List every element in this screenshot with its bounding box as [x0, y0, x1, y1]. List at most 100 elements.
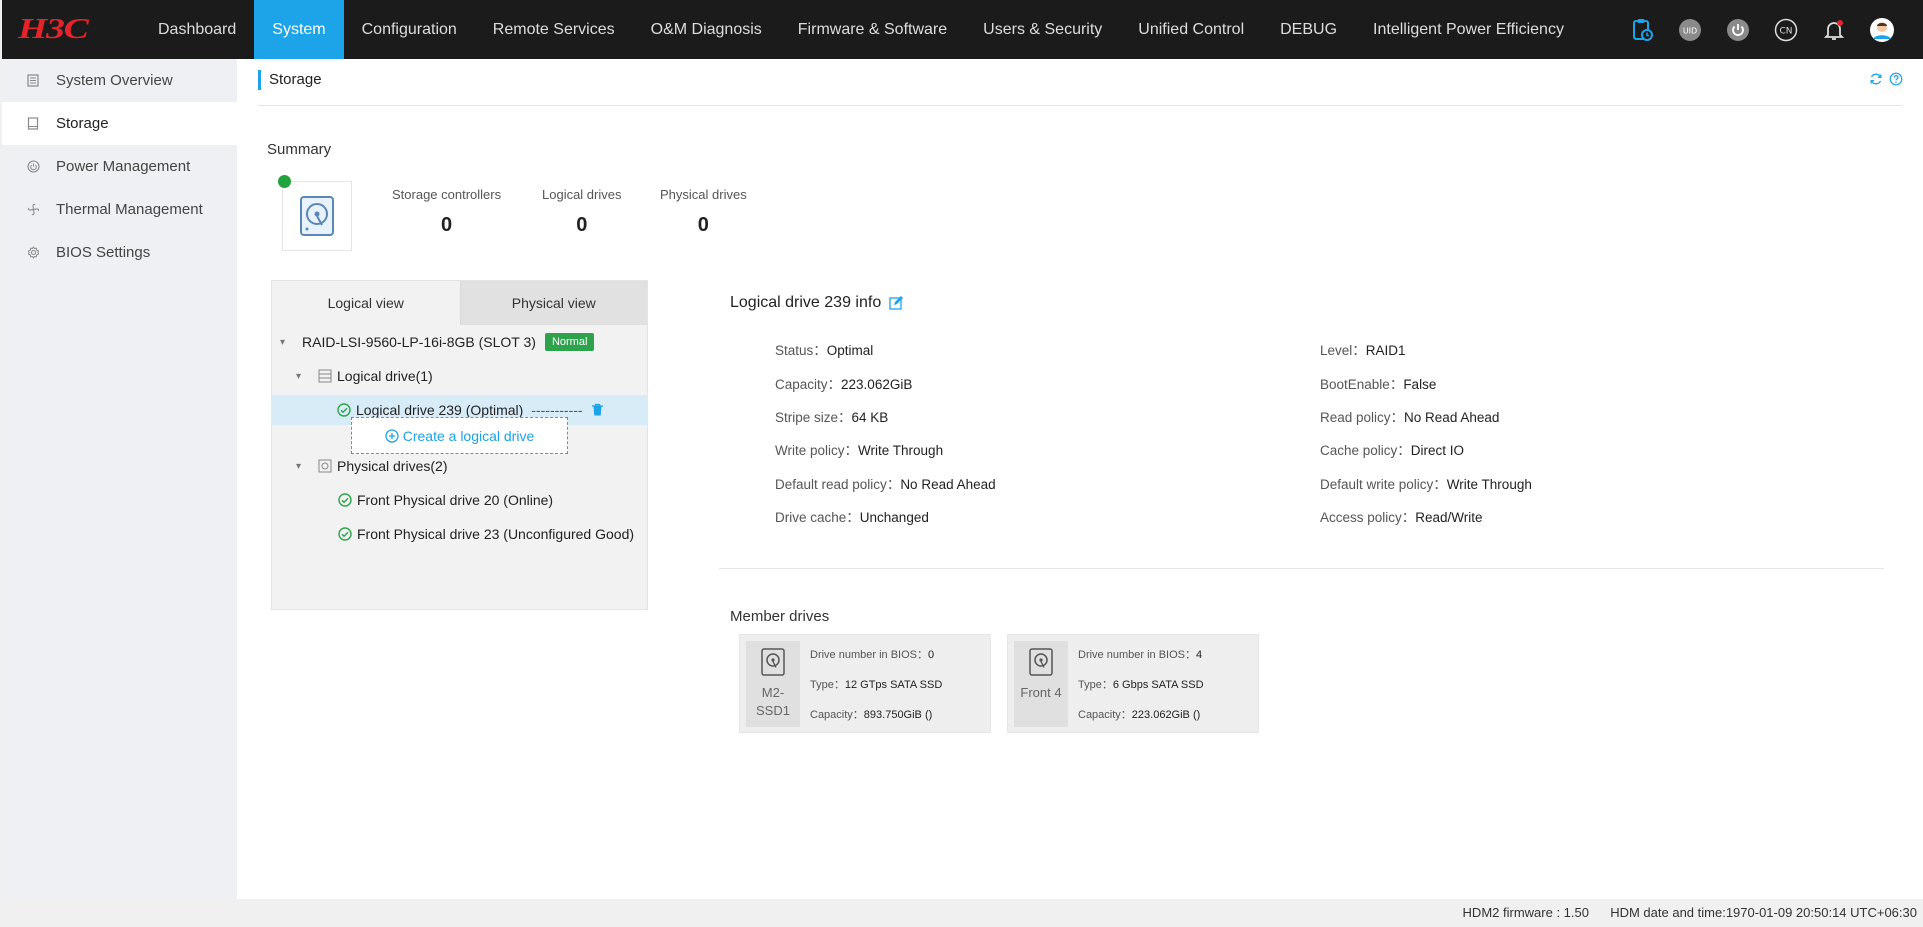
stat-storage-controllers: Storage controllers 0 [392, 187, 501, 237]
top-bar: H3C Dashboard System Configuration Remot… [2, 0, 1923, 59]
info-level: Level：RAID1 [1320, 343, 1406, 358]
h3c-logo[interactable]: H3C [2, 0, 122, 59]
logical-drive-dashes: ----------- [531, 402, 583, 418]
gear-icon [26, 246, 40, 260]
chevron-down-icon[interactable]: ▾ [280, 337, 292, 348]
sidebar-item-label: BIOS Settings [56, 244, 151, 261]
check-circle-icon [338, 493, 352, 507]
sidebar-item-label: System Overview [56, 72, 173, 89]
chevron-down-icon[interactable]: ▾ [296, 371, 308, 382]
info-write-policy: Write policy：Write Through [775, 443, 944, 458]
summary-title: Summary [267, 141, 332, 158]
member-drive-type: Type：6 Gbps SATA SSD [1078, 679, 1204, 691]
member-drive-type: Type：12 GTps SATA SSD [810, 679, 943, 691]
hard-disk-icon [1029, 648, 1053, 676]
member-drive-icon-box: Front 4 [1014, 641, 1068, 727]
nav-system[interactable]: System [254, 0, 344, 59]
firmware-version: HDM2 firmware : 1.50 [1462, 905, 1589, 920]
tree-physical-drive-row[interactable]: Front Physical drive 20 (Online) [338, 485, 553, 515]
edit-icon[interactable] [889, 296, 904, 310]
info-boot-enable: BootEnable：False [1320, 377, 1437, 392]
tab-logical-view[interactable]: Logical view [272, 281, 460, 325]
nav-remote-services[interactable]: Remote Services [475, 0, 633, 59]
drive-icon [26, 117, 40, 131]
bell-icon[interactable] [1821, 17, 1847, 43]
sidebar-item-system-overview[interactable]: System Overview [2, 59, 237, 102]
footer: HDM2 firmware : 1.50 HDM date and time:1… [0, 899, 1923, 927]
hard-disk-icon [761, 648, 785, 676]
create-logical-drive-button[interactable]: Create a logical drive [351, 417, 568, 454]
info-default-write-policy: Default write policy：Write Through [1320, 477, 1532, 492]
sidebar: System Overview Storage Power Management… [2, 59, 237, 899]
sidebar-item-bios-settings[interactable]: BIOS Settings [2, 231, 237, 274]
logical-drive-label: Logical drive 239 (Optimal) [356, 402, 524, 418]
physical-group-label: Physical drives(2) [337, 458, 448, 474]
tree-controller-row[interactable]: ▾ RAID-LSI-9560-LP-16i-8GB (SLOT 3) Norm… [280, 327, 595, 357]
member-drive-icon-box: M2- SSD1 [746, 641, 800, 727]
fan-icon [26, 203, 40, 217]
nav-firmware-software[interactable]: Firmware & Software [780, 0, 965, 59]
member-drive-name: Front 4 [1020, 685, 1062, 700]
stat-physical-drives: Physical drives 0 [660, 187, 747, 237]
check-circle-icon [337, 403, 351, 417]
status-badge: Normal [544, 333, 595, 351]
help-icon[interactable] [1889, 72, 1903, 91]
nav-intelligent-power[interactable]: Intelligent Power Efficiency [1355, 0, 1582, 59]
stat-label: Storage controllers [392, 187, 502, 202]
member-drive-bios-number: Drive number in BIOS：0 [810, 649, 935, 661]
refresh-icon[interactable] [1869, 72, 1883, 91]
view-tabs: Logical view Physical view [272, 281, 647, 325]
logical-group-label: Logical drive(1) [337, 368, 433, 384]
stat-label: Physical drives [660, 187, 747, 202]
nav-unified-control[interactable]: Unified Control [1120, 0, 1262, 59]
nav-configuration[interactable]: Configuration [344, 0, 475, 59]
power-button-icon[interactable] [1725, 17, 1751, 43]
tree-logical-group-row[interactable]: ▾ Logical drive(1) [296, 361, 433, 391]
storage-tree-panel: Logical view Physical view ▾ RAID-LSI-95… [271, 280, 648, 610]
topbar-icons: UID CN [1629, 0, 1895, 59]
sidebar-item-label: Thermal Management [56, 201, 203, 218]
member-drive-card[interactable]: Front 4 Drive number in BIOS：4 Type：6 Gb… [1007, 634, 1259, 733]
sidebar-item-storage[interactable]: Storage [2, 102, 237, 145]
info-cache-policy: Cache policy：Direct IO [1320, 443, 1465, 458]
user-avatar-icon[interactable] [1869, 17, 1895, 43]
divider [719, 568, 1884, 569]
nav-dashboard[interactable]: Dashboard [140, 0, 254, 59]
svg-text:UID: UID [1683, 26, 1697, 35]
info-capacity: Capacity：223.062GiB [775, 377, 913, 392]
health-status-dot [278, 175, 291, 188]
chevron-down-icon[interactable]: ▾ [296, 461, 308, 472]
language-icon[interactable]: CN [1773, 17, 1799, 43]
sidebar-item-power-management[interactable]: Power Management [2, 145, 237, 188]
nav-debug[interactable]: DEBUG [1262, 0, 1355, 59]
sidebar-item-thermal-management[interactable]: Thermal Management [2, 188, 237, 231]
main-nav: Dashboard System Configuration Remote Se… [140, 0, 1582, 59]
tab-physical-view[interactable]: Physical view [459, 281, 647, 325]
sidebar-item-label: Storage [56, 115, 109, 132]
tree-physical-group-row[interactable]: ▾ Physical drives(2) [296, 451, 447, 481]
create-logical-drive-label: Create a logical drive [402, 427, 535, 444]
footer-status: HDM2 firmware : 1.50 HDM date and time:1… [1463, 905, 1917, 920]
power-icon [26, 160, 40, 174]
info-status: Status：Optimal [775, 343, 874, 358]
tree-physical-drive-row[interactable]: Front Physical drive 23 (Unconfigured Go… [338, 519, 634, 549]
logical-drive-group-icon [318, 369, 332, 383]
nav-om-diagnosis[interactable]: O&M Diagnosis [633, 0, 780, 59]
storage-summary-icon-box [282, 181, 352, 251]
member-drives-title: Member drives [730, 608, 830, 625]
info-stripe-size: Stripe size：64 KB [775, 410, 889, 425]
page-header: Storage [258, 70, 1903, 106]
info-drive-cache: Drive cache：Unchanged [775, 510, 929, 525]
trash-icon[interactable] [591, 403, 604, 417]
controller-name: RAID-LSI-9560-LP-16i-8GB (SLOT 3) [302, 334, 536, 350]
clipboard-clock-icon[interactable] [1629, 17, 1655, 43]
stat-value: 0 [576, 214, 588, 236]
uid-icon[interactable]: UID [1677, 17, 1703, 43]
info-access-policy: Access policy：Read/Write [1320, 510, 1483, 525]
page-title: Storage [258, 70, 322, 90]
nav-users-security[interactable]: Users & Security [965, 0, 1120, 59]
info-read-policy: Read policy：No Read Ahead [1320, 410, 1500, 425]
hdm-datetime: HDM date and time:1970-01-09 20:50:14 UT… [1610, 905, 1917, 920]
physical-drive-group-icon [318, 459, 332, 473]
member-drive-card[interactable]: M2- SSD1 Drive number in BIOS：0 Type：12 G… [739, 634, 991, 733]
